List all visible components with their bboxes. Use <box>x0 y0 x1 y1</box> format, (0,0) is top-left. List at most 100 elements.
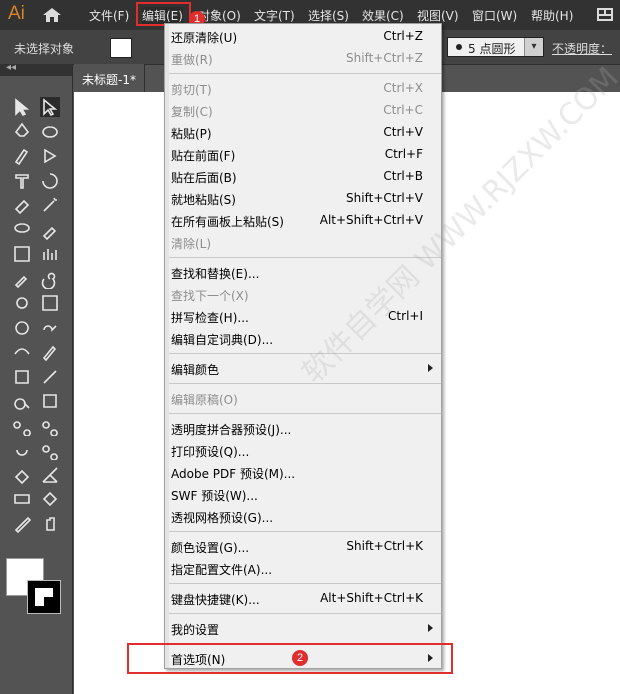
menu-item-shortcut: Alt+Shift+Ctrl+V <box>319 213 423 227</box>
menu-item-label: 重做(R) <box>171 53 213 67</box>
menu-separator <box>169 613 441 614</box>
menu-effect[interactable]: 效果(C) <box>362 7 404 24</box>
zoom-tool-icon[interactable] <box>12 391 32 411</box>
blend-tool-icon[interactable] <box>12 416 32 437</box>
lasso-tool-icon[interactable] <box>12 220 32 240</box>
menu-item-shortcut: Ctrl+C <box>383 103 423 117</box>
menu-item[interactable]: 透视网格预设(G)... <box>171 506 437 528</box>
rotate-tool-icon[interactable] <box>40 171 60 191</box>
menu-item[interactable]: 键盘快捷键(K)... Alt+Shift+Ctrl+K <box>171 588 437 610</box>
type-tool-icon[interactable] <box>12 171 32 191</box>
eyedropper-tool-icon[interactable] <box>12 269 32 289</box>
workspace-switcher-icon[interactable] <box>597 8 613 21</box>
menu-item[interactable]: 在所有画板上粘贴(S) Alt+Shift+Ctrl+V <box>171 210 437 232</box>
menu-item-shortcut: Alt+Shift+Ctrl+K <box>320 591 423 605</box>
artboard-tool-icon[interactable] <box>40 391 60 411</box>
slice-tool-icon[interactable] <box>12 489 32 509</box>
ruler-tool-icon[interactable] <box>12 514 32 534</box>
menu-item[interactable]: 打印预设(Q)... <box>171 440 437 462</box>
menu-item-label: 复制(C) <box>171 105 213 119</box>
preferences-highlight <box>127 643 453 674</box>
perspective-select-tool-icon[interactable] <box>40 489 60 509</box>
menu-item: 剪切(T) Ctrl+X <box>171 78 437 100</box>
stroke-color-box[interactable] <box>27 580 61 614</box>
bucket-tool-icon[interactable] <box>12 465 32 485</box>
pen-tool-icon[interactable] <box>12 122 32 142</box>
menu-item[interactable]: 就地粘贴(S) Shift+Ctrl+V <box>171 188 437 210</box>
menu-separator <box>169 73 441 74</box>
menu-item: 编辑原稿(O) <box>171 388 437 410</box>
menu-item-label: 我的设置 <box>171 623 220 637</box>
submenu-arrow-icon <box>428 624 433 632</box>
menu-item-label: 透明度拼合器预设(J)... <box>171 423 292 437</box>
eraser-tool-icon[interactable] <box>12 195 32 215</box>
free-transform-tool-icon[interactable] <box>12 367 32 387</box>
menu-item-label: 粘贴(P) <box>171 127 212 141</box>
menu-item-label: 拼写检查(H)... <box>171 311 249 325</box>
menu-separator <box>169 531 441 532</box>
hand-tool-icon[interactable] <box>40 514 60 534</box>
puppet-warp-tool-icon[interactable] <box>40 416 60 437</box>
symbol-sprayer-tool-icon[interactable] <box>12 318 32 338</box>
selection-tool-icon[interactable] <box>12 97 32 117</box>
menu-separator <box>169 583 441 584</box>
menu-item: 重做(R) Shift+Ctrl+Z <box>171 48 437 70</box>
menu-item-label: 编辑颜色 <box>171 363 220 377</box>
magic-wand-tool-icon[interactable] <box>40 195 60 215</box>
chevron-down-icon[interactable]: ▾ <box>524 38 543 56</box>
crystallize-tool-icon[interactable] <box>40 440 60 461</box>
pencil-tool-icon[interactable] <box>40 342 60 362</box>
shaper-tool-icon[interactable] <box>40 146 60 166</box>
menu-view[interactable]: 视图(V) <box>417 7 459 24</box>
menu-item: 复制(C) Ctrl+C <box>171 100 437 122</box>
menu-item[interactable]: 透明度拼合器预设(J)... <box>171 418 437 440</box>
menu-item[interactable]: Adobe PDF 预设(M)... <box>171 462 437 484</box>
menu-item-label: 就地粘贴(S) <box>171 193 236 207</box>
width-tool-icon[interactable] <box>12 342 32 362</box>
mesh-tool-icon[interactable] <box>40 293 60 313</box>
menu-item[interactable]: SWF 预设(W)... <box>171 484 437 506</box>
blob-brush-tool-icon[interactable] <box>40 220 60 240</box>
home-icon[interactable] <box>42 7 62 23</box>
spiral-tool-icon[interactable] <box>40 269 60 290</box>
menu-window[interactable]: 窗口(W) <box>472 7 517 24</box>
menu-item[interactable]: 还原清除(U) Ctrl+Z <box>171 26 437 48</box>
menu-file[interactable]: 文件(F) <box>89 7 129 24</box>
menu-item[interactable]: 贴在后面(B) Ctrl+B <box>171 166 437 188</box>
menu-item[interactable]: 颜色设置(G)... Shift+Ctrl+K <box>171 536 437 558</box>
fill-swatch[interactable] <box>110 38 132 58</box>
menu-item[interactable]: 粘贴(P) Ctrl+V <box>171 122 437 144</box>
opacity-label[interactable]: 不透明度： <box>552 40 612 57</box>
menu-select[interactable]: 选择(S) <box>308 7 349 24</box>
submenu-arrow-icon <box>428 364 433 372</box>
ellipse-tool-icon[interactable] <box>40 122 60 142</box>
direct-selection-tool-icon[interactable] <box>40 97 60 117</box>
perspective-grid-tool-icon[interactable] <box>40 465 60 485</box>
document-tab[interactable]: 未标题-1* <box>74 64 145 92</box>
app-logo: Ai <box>8 3 25 24</box>
knife-tool-icon[interactable] <box>40 367 60 387</box>
menu-item-shortcut: Ctrl+F <box>384 147 423 161</box>
menu-item[interactable]: 我的设置 <box>171 618 437 640</box>
live-paint-tool-icon[interactable] <box>12 293 32 313</box>
paintbrush-tool-icon[interactable] <box>12 146 32 166</box>
collapse-icon[interactable]: ◂◂ <box>6 62 16 73</box>
menu-item-label: 键盘快捷键(K)... <box>171 593 260 607</box>
tools-panel-header[interactable]: ◂◂ <box>0 62 72 76</box>
menu-item[interactable]: 指定配置文件(A)... <box>171 558 437 580</box>
step-badge-2: 2 <box>292 650 308 666</box>
menu-item-shortcut: Shift+Ctrl+K <box>346 539 423 553</box>
stroke-profile-dropdown[interactable]: 5 点圆形 ▾ <box>447 37 544 57</box>
menu-item[interactable]: 贴在前面(F) Ctrl+F <box>171 144 437 166</box>
menu-item-label: Adobe PDF 预设(M)... <box>171 467 296 481</box>
menu-item-label: 透视网格预设(G)... <box>171 511 274 525</box>
graph-tool-icon[interactable] <box>40 244 60 264</box>
gradient-tool-icon[interactable] <box>12 244 32 264</box>
menu-help[interactable]: 帮助(H) <box>531 7 573 24</box>
menu-item-label: 贴在前面(F) <box>171 149 236 163</box>
menu-type[interactable]: 文字(T) <box>254 7 295 24</box>
menu-item-label: 打印预设(Q)... <box>171 445 250 459</box>
selection-status: 未选择对象 <box>14 42 75 56</box>
warp-tool-icon[interactable] <box>12 440 32 460</box>
shape-builder-tool-icon[interactable] <box>40 318 60 338</box>
